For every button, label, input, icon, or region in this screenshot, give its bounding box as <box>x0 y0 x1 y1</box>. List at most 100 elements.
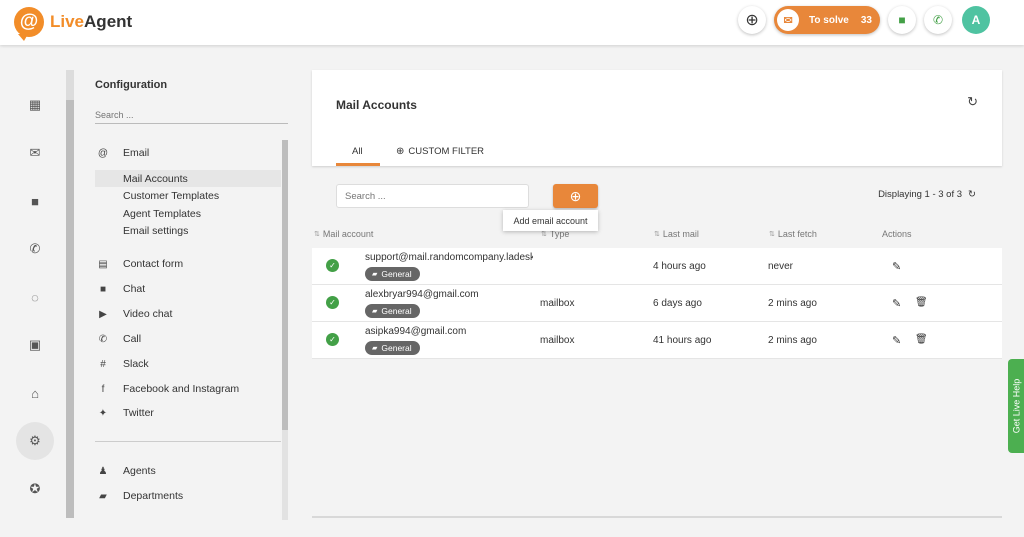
configuration-search-input[interactable] <box>95 106 288 124</box>
get-live-help-button[interactable]: Get Live Help <box>1008 359 1024 453</box>
avatar[interactable]: A <box>962 6 990 34</box>
active-tab-indicator <box>336 163 380 166</box>
chat-icon: ■ <box>99 283 107 295</box>
tickets-mail-icon[interactable]: ✉ <box>16 134 54 172</box>
delete-trash-icon[interactable]: 🗑 <box>915 334 928 345</box>
configuration-gear-icon[interactable]: ⚙ <box>16 422 54 460</box>
last-mail: 4 hours ago <box>653 261 706 272</box>
add-circle-icon: ⊕ <box>569 187 582 204</box>
dashboard-icon[interactable]: ▦ <box>16 86 54 124</box>
icon-rail: ▦ ✉ ■ ✆ ◌ ▣ ⌂ ⚙ ✪ <box>0 70 66 518</box>
edit-pencil-icon[interactable]: ✎ <box>892 297 901 310</box>
folder-icon: ▰ <box>372 308 378 315</box>
edit-pencil-icon[interactable]: ✎ <box>892 260 901 273</box>
edit-pencil-icon[interactable]: ✎ <box>892 334 901 347</box>
column-header-last-mail[interactable]: ⇅ Last mail <box>654 229 699 239</box>
nav-customer-templates[interactable]: Customer Templates <box>95 187 281 204</box>
chat-bubble-icon[interactable]: ■ <box>888 6 916 34</box>
form-icon: ▤ <box>98 258 108 270</box>
pagination-info: Displaying 1 - 3 of 3 ↻ <box>878 189 976 200</box>
table-row[interactable]: ✓ support@mail.randomcompany.ladesk.com … <box>312 248 1002 285</box>
mail-icon: ✉ <box>777 9 800 31</box>
last-mail: 6 days ago <box>653 298 702 309</box>
configuration-panel: Configuration @ Email Mail Accounts Cust… <box>74 70 290 520</box>
mail-accounts-table: ✓ support@mail.randomcompany.ladesk.com … <box>312 248 1002 359</box>
to-solve-button[interactable]: ✉ To solve 33 <box>774 6 880 34</box>
folder-icon: ▰ <box>372 345 378 352</box>
last-mail: 41 hours ago <box>653 335 712 346</box>
reports-circle-icon[interactable]: ◌ <box>16 278 54 316</box>
table-row[interactable]: ✓ alexbryar994@gmail.com ▰ General mailbo… <box>312 285 1002 322</box>
department-badge: ▰ General <box>365 267 420 281</box>
phone-icon: ✆ <box>98 333 108 345</box>
check-icon: ✓ <box>326 296 339 309</box>
last-fetch: 2 mins ago <box>768 298 817 309</box>
to-solve-count: 33 <box>860 14 872 26</box>
twitter-icon: ✦ <box>98 407 108 419</box>
knowledgebase-bank-icon[interactable]: ⌂ <box>16 374 54 412</box>
nav-chat[interactable]: ■ Chat <box>95 283 145 295</box>
chat-icon[interactable]: ■ <box>16 182 54 220</box>
mail-account-type: mailbox <box>540 298 575 309</box>
last-fetch: never <box>768 261 794 272</box>
check-icon: ✓ <box>326 259 339 272</box>
page-title: Mail Accounts <box>336 98 417 112</box>
nav-divider <box>95 441 281 442</box>
config-scrollbar[interactable] <box>282 140 288 520</box>
check-icon: ✓ <box>326 333 339 346</box>
nav-departments[interactable]: ▰ Departments <box>95 490 183 502</box>
column-header-mail-account[interactable]: ⇅ Mail account <box>314 229 373 239</box>
nav-contact-form[interactable]: ▤ Contact form <box>95 258 183 270</box>
add-circle-icon: ⊕ <box>396 146 405 157</box>
nav-facebook-instagram[interactable]: f Facebook and Instagram <box>95 383 240 395</box>
search-input[interactable] <box>336 184 529 208</box>
phone-icon[interactable]: ✆ <box>924 6 952 34</box>
nav-email-settings[interactable]: Email settings <box>95 222 281 239</box>
to-solve-label: To solve <box>809 14 849 26</box>
calls-phone-icon[interactable]: ✆ <box>16 230 54 268</box>
slack-icon: # <box>100 358 106 370</box>
add-email-account-button[interactable]: ⊕ <box>553 184 598 208</box>
main-content: Mail Accounts ↻ All ⊕ CUSTOM FILTER ⊕ Ad… <box>312 70 1002 518</box>
nav-mail-accounts[interactable]: Mail Accounts <box>95 170 281 187</box>
nav-twitter[interactable]: ✦ Twitter <box>95 407 154 419</box>
nav-agents[interactable]: ♟ Agents <box>95 465 156 477</box>
folder-icon: ▰ <box>99 490 107 502</box>
refresh-icon[interactable]: ↻ <box>967 94 978 110</box>
nav-agent-templates[interactable]: Agent Templates <box>95 205 281 222</box>
mail-account-email: alexbryar994@gmail.com <box>365 289 479 300</box>
top-bar: @ LiveAgent ⊕ ✉ To solve 33 ■ ✆ A <box>0 0 1024 45</box>
table-row[interactable]: ✓ asipka994@gmail.com ▰ General mailbox 4… <box>312 322 1002 359</box>
top-actions: ⊕ ✉ To solve 33 ■ ✆ A <box>738 6 990 34</box>
department-badge: ▰ General <box>365 304 420 318</box>
video-icon: ▶ <box>99 308 107 320</box>
mail-account-type: mailbox <box>540 335 575 346</box>
configuration-title: Configuration <box>95 79 168 91</box>
department-badge: ▰ General <box>365 341 420 355</box>
rail-scrollbar[interactable] <box>66 70 74 518</box>
nav-email[interactable]: @ Email <box>95 147 149 159</box>
card-bottom-edge <box>312 516 1002 518</box>
logo[interactable]: @ LiveAgent <box>14 7 132 41</box>
folder-icon: ▰ <box>372 271 378 278</box>
column-header-last-fetch[interactable]: ⇅ Last fetch <box>769 229 817 239</box>
add-circle-icon[interactable]: ⊕ <box>738 6 767 34</box>
contacts-icon[interactable]: ▣ <box>16 326 54 364</box>
nav-slack[interactable]: # Slack <box>95 358 148 370</box>
column-header-actions: Actions <box>882 229 912 239</box>
main-header: Mail Accounts ↻ All ⊕ CUSTOM FILTER <box>312 70 1002 166</box>
facebook-icon: f <box>101 383 105 395</box>
tab-custom-filter[interactable]: ⊕ CUSTOM FILTER <box>396 146 484 157</box>
nav-video-chat[interactable]: ▶ Video chat <box>95 308 172 320</box>
nav-call[interactable]: ✆ Call <box>95 333 141 345</box>
add-email-account-tooltip: Add email account <box>503 210 598 231</box>
plugins-star-icon[interactable]: ✪ <box>16 470 54 508</box>
logo-icon: @ <box>14 7 44 41</box>
last-fetch: 2 mins ago <box>768 335 817 346</box>
tab-all[interactable]: All <box>352 146 363 157</box>
people-icon: ♟ <box>98 465 108 477</box>
delete-trash-icon[interactable]: 🗑 <box>915 297 928 308</box>
at-icon: @ <box>97 147 109 159</box>
mail-account-email: asipka994@gmail.com <box>365 326 467 337</box>
refresh-icon[interactable]: ↻ <box>968 189 976 200</box>
